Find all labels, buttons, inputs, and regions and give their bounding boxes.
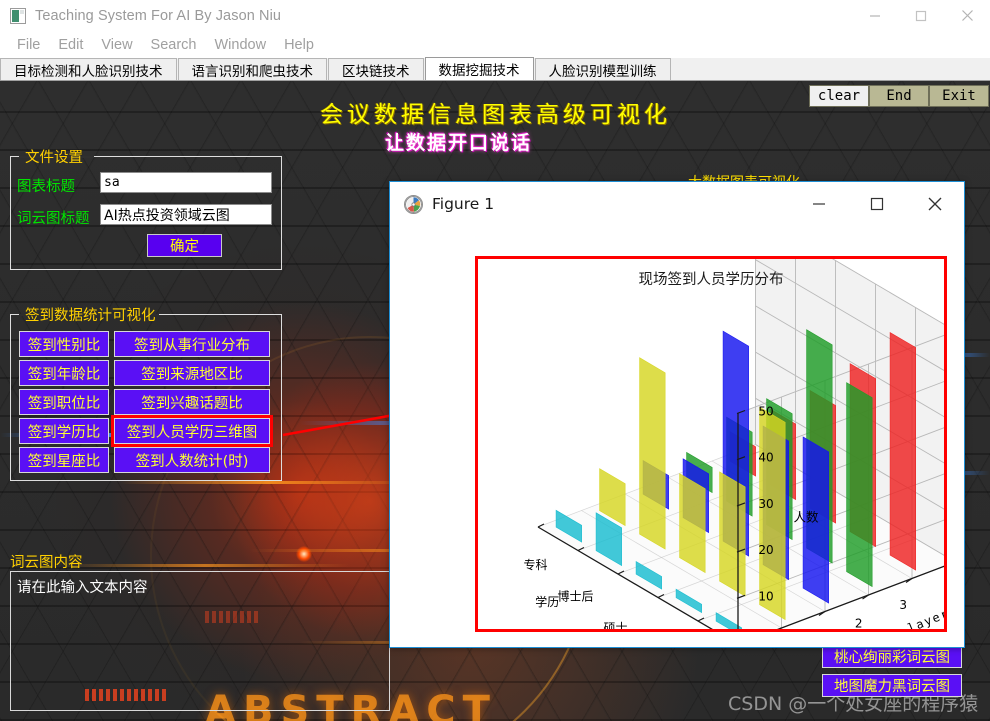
tab-speech-crawler[interactable]: 语言识别和爬虫技术 <box>177 58 327 80</box>
svg-text:3: 3 <box>899 598 907 612</box>
btn-signin-count-by-hour[interactable]: 签到人数统计(时) <box>114 447 270 473</box>
tab-data-mining[interactable]: 数据挖掘技术 <box>424 57 534 80</box>
matplotlib-icon <box>404 194 423 214</box>
btn-signin-position-ratio[interactable]: 签到职位比 <box>19 389 109 415</box>
svg-text:20: 20 <box>758 543 773 557</box>
btn-signin-education-3d-chart[interactable]: 签到人员学历三维图 <box>111 415 273 447</box>
minimize-icon[interactable] <box>852 0 898 31</box>
tab-object-detection[interactable]: 目标检测和人脸识别技术 <box>0 58 177 80</box>
btn-signin-zodiac-ratio[interactable]: 签到星座比 <box>19 447 109 473</box>
figure-window-controls <box>790 182 964 226</box>
btn-signin-region-ratio[interactable]: 签到来源地区比 <box>114 360 270 386</box>
maximize-icon[interactable] <box>898 0 944 31</box>
confirm-button[interactable]: 确定 <box>147 234 222 257</box>
app-icon <box>10 7 26 24</box>
window-titlebar: Teaching System For AI By Jason Niu <box>0 0 990 31</box>
svg-text:学历: 学历 <box>535 594 559 609</box>
figure-close-icon[interactable] <box>906 182 964 226</box>
svg-text:2: 2 <box>855 616 863 629</box>
svg-text:Different layers: Different layers <box>825 603 944 629</box>
chart-3d-bars: 01020304050人数专科博士后硕士本科博士学历0123Different … <box>523 259 944 629</box>
exit-button[interactable]: Exit <box>929 85 989 107</box>
svg-text:50: 50 <box>758 405 773 419</box>
menu-window[interactable]: Window <box>206 35 276 55</box>
decorative-streak <box>120 481 420 484</box>
btn-signin-age-ratio[interactable]: 签到年龄比 <box>19 360 109 386</box>
svg-text:30: 30 <box>758 497 773 511</box>
svg-text:人数: 人数 <box>793 509 819 524</box>
wordcloud-title-label: 词云图标题 <box>17 211 90 227</box>
svg-text:硕士: 硕士 <box>603 621 627 629</box>
svg-text:10: 10 <box>758 589 773 603</box>
btn-signin-interest-topic-ratio[interactable]: 签到兴趣话题比 <box>114 389 270 415</box>
wordcloud-content-label: 词云图内容 <box>10 555 83 571</box>
banner-subtitle: 让数据开口说话 <box>385 132 533 154</box>
menu-search[interactable]: Search <box>142 35 206 55</box>
figure-window: Figure 1 现场签到人员学历分布 01020304050人数专科博士后硕士… <box>389 181 965 648</box>
file-settings-group-title: 文件设置 <box>25 150 83 166</box>
chart-title-label: 图表标题 <box>17 179 75 195</box>
figure-minimize-icon[interactable] <box>790 182 848 226</box>
tab-strip: 目标检测和人脸识别技术 语言识别和爬虫技术 区块链技术 数据挖掘技术 人脸识别模… <box>0 57 990 81</box>
menubar: File Edit View Search Window Help <box>0 31 990 58</box>
figure-titlebar: Figure 1 <box>390 182 964 226</box>
banner-main-title: 会议数据信息图表高级可视化 <box>320 102 671 128</box>
tab-face-model-training[interactable]: 人脸识别模型训练 <box>534 58 671 80</box>
btn-signin-gender-ratio[interactable]: 签到性别比 <box>19 331 109 357</box>
svg-text:专科: 专科 <box>523 557 547 572</box>
wordcloud-title-input[interactable] <box>100 204 272 225</box>
signin-stats-group-title: 签到数据统计可视化 <box>25 308 156 324</box>
btn-signin-industry-distribution[interactable]: 签到从事行业分布 <box>114 331 270 357</box>
clear-button[interactable]: clear <box>809 85 869 107</box>
decorative-streak <box>60 564 350 567</box>
figure-maximize-icon[interactable] <box>848 182 906 226</box>
menu-view[interactable]: View <box>92 35 141 55</box>
menu-file[interactable]: File <box>8 35 49 55</box>
chart-title-input[interactable] <box>100 172 272 193</box>
svg-text:40: 40 <box>758 451 773 465</box>
menu-edit[interactable]: Edit <box>49 35 92 55</box>
svg-text:博士后: 博士后 <box>557 589 593 604</box>
window-title: Teaching System For AI By Jason Niu <box>35 7 282 24</box>
figure-title: Figure 1 <box>432 195 495 213</box>
btn-heart-colorful-wordcloud[interactable]: 桃心绚丽彩词云图 <box>822 645 962 668</box>
wordcloud-content-textarea[interactable]: 请在此输入文本内容 <box>10 571 390 711</box>
btn-signin-education-ratio[interactable]: 签到学历比 <box>19 418 109 444</box>
window-controls <box>852 0 990 31</box>
btn-map-magic-black-wordcloud[interactable]: 地图魔力黑词云图 <box>822 674 962 697</box>
close-icon[interactable] <box>944 0 990 31</box>
wordcloud-content-placeholder: 请在此输入文本内容 <box>17 580 148 596</box>
chart-title: 现场签到人员学历分布 <box>638 272 784 288</box>
menu-help[interactable]: Help <box>275 35 323 55</box>
figure-canvas: 现场签到人员学历分布 01020304050人数专科博士后硕士本科博士学历012… <box>475 256 947 632</box>
application-window: Teaching System For AI By Jason Niu File… <box>0 0 990 721</box>
tab-blockchain[interactable]: 区块链技术 <box>328 58 424 80</box>
end-button[interactable]: End <box>869 85 929 107</box>
